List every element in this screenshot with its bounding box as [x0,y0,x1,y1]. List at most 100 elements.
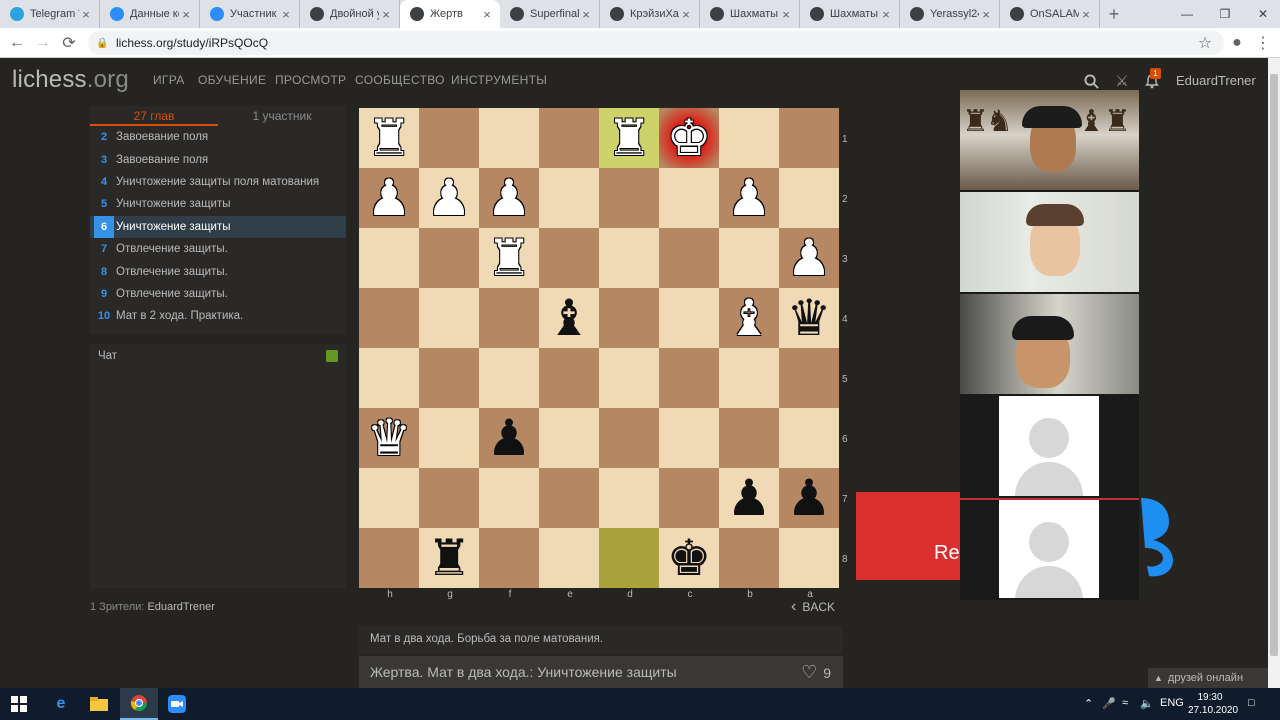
participant-video-5[interactable] [960,498,1139,598]
square-a5[interactable] [779,348,839,408]
chapter-item[interactable]: 9 Отвлечение защиты. [90,283,346,305]
square-h1[interactable]: ♜ [359,108,419,168]
page-scrollbar[interactable] [1268,58,1280,688]
nav-learn[interactable]: ОБУЧЕНИЕ [198,73,266,87]
square-h7[interactable] [359,468,419,528]
back-button[interactable]: ‹ BACK [791,598,835,616]
spectator-name[interactable]: EduardTrener [147,601,214,613]
search-icon[interactable] [1082,72,1100,90]
square-f3[interactable]: ♜ [479,228,539,288]
tab-close-icon[interactable]: × [579,7,593,22]
browser-tab[interactable]: КрэйзиХау × [600,0,700,28]
square-g8[interactable]: ♜ [419,528,479,588]
black-king-icon[interactable]: ♚ [667,533,712,583]
square-c5[interactable] [659,348,719,408]
white-rook-icon[interactable]: ♜ [367,113,412,163]
square-b2[interactable]: ♟ [719,168,779,228]
tab-close-icon[interactable]: × [379,7,393,22]
scrollbar-thumb[interactable] [1270,74,1278,656]
square-f5[interactable] [479,348,539,408]
chapter-item[interactable]: 6 Уничтожение защиты [90,215,346,238]
chapter-item[interactable]: 10 Мат в 2 хода. Практика. [90,305,346,327]
black-pawn-icon[interactable]: ♟ [487,413,532,463]
square-b1[interactable] [719,108,779,168]
square-a4[interactable]: ♛ [779,288,839,348]
lichess-logo[interactable]: lichess.org [12,66,129,94]
square-d8[interactable] [599,528,659,588]
square-c1[interactable]: ♚ [659,108,719,168]
square-h5[interactable] [359,348,419,408]
tab-close-icon[interactable]: × [679,7,693,22]
white-pawn-icon[interactable]: ♟ [787,233,832,283]
black-rook-icon[interactable]: ♜ [427,533,472,583]
black-pawn-icon[interactable]: ♟ [787,473,832,523]
chapter-item[interactable]: 3 Завоевание поля [90,148,346,170]
url-input[interactable]: 🔒 lichess.org/study/iRPsQOcQ [88,31,1224,55]
white-bishop-icon[interactable]: ♝ [727,293,772,343]
square-g5[interactable] [419,348,479,408]
square-c3[interactable] [659,228,719,288]
square-b8[interactable] [719,528,779,588]
square-e5[interactable] [539,348,599,408]
friends-online-button[interactable]: ▲ друзей онлайн [1148,668,1268,688]
browser-tab[interactable]: Данные кс × [100,0,200,28]
square-c2[interactable] [659,168,719,228]
square-f7[interactable] [479,468,539,528]
like-button[interactable]: ♡ 9 [801,662,831,683]
white-king-icon[interactable]: ♚ [667,113,712,163]
bookmark-star-icon[interactable]: ☆ [1194,32,1216,54]
square-a6[interactable] [779,408,839,468]
square-g3[interactable] [419,228,479,288]
profile-icon[interactable]: ● [1226,32,1248,54]
tab-members[interactable]: 1 участник [218,106,346,126]
browser-tab[interactable]: Superfinal × [500,0,600,28]
chapter-item[interactable]: 5 Уничтожение защиты [90,193,346,215]
chrome-icon[interactable] [120,688,158,720]
edge-icon[interactable]: e [42,688,80,720]
tab-close-icon[interactable]: × [480,7,494,22]
square-e4[interactable]: ♝ [539,288,599,348]
browser-menu-icon[interactable]: ⋮ [1252,32,1274,54]
square-a2[interactable] [779,168,839,228]
browser-tab[interactable]: Шахматы × [800,0,900,28]
chat-toggle[interactable] [326,350,338,362]
close-window-icon[interactable]: ✕ [1240,0,1280,28]
square-h2[interactable]: ♟ [359,168,419,228]
white-pawn-icon[interactable]: ♟ [487,173,532,223]
windows-start-icon[interactable] [0,688,38,720]
square-f8[interactable] [479,528,539,588]
square-e3[interactable] [539,228,599,288]
square-f2[interactable]: ♟ [479,168,539,228]
square-g4[interactable] [419,288,479,348]
square-b4[interactable]: ♝ [719,288,779,348]
browser-tab[interactable]: Двойной у × [300,0,400,28]
white-queen-icon[interactable]: ♛ [367,413,412,463]
username-link[interactable]: EduardTrener [1176,73,1256,88]
browser-tab[interactable]: OnSALAM × [1000,0,1100,28]
square-a1[interactable] [779,108,839,168]
square-h3[interactable] [359,228,419,288]
nav-play[interactable]: ИГРА [153,73,185,87]
square-e7[interactable] [539,468,599,528]
participant-video-4[interactable] [960,396,1139,496]
clock[interactable]: 19:30 27.10.2020 [1188,691,1238,717]
square-g6[interactable] [419,408,479,468]
tab-close-icon[interactable]: × [779,7,793,22]
browser-tab[interactable]: Yerassyl24 × [900,0,1000,28]
tab-close-icon[interactable]: × [179,7,193,22]
language-indicator[interactable]: ENG [1160,697,1184,709]
crossed-swords-icon[interactable]: ⚔ [1113,72,1131,90]
square-h4[interactable] [359,288,419,348]
browser-tab[interactable]: Жертв × [400,0,500,28]
tab-close-icon[interactable]: × [979,7,993,22]
wifi-icon[interactable]: ≈ [1122,697,1128,709]
square-g7[interactable] [419,468,479,528]
square-d6[interactable] [599,408,659,468]
square-a8[interactable] [779,528,839,588]
square-g2[interactable]: ♟ [419,168,479,228]
tray-chevron-icon[interactable]: ⌃ [1084,697,1093,710]
square-g1[interactable] [419,108,479,168]
square-c7[interactable] [659,468,719,528]
black-pawn-icon[interactable]: ♟ [727,473,772,523]
reload-icon[interactable]: ⟳ [58,32,80,54]
